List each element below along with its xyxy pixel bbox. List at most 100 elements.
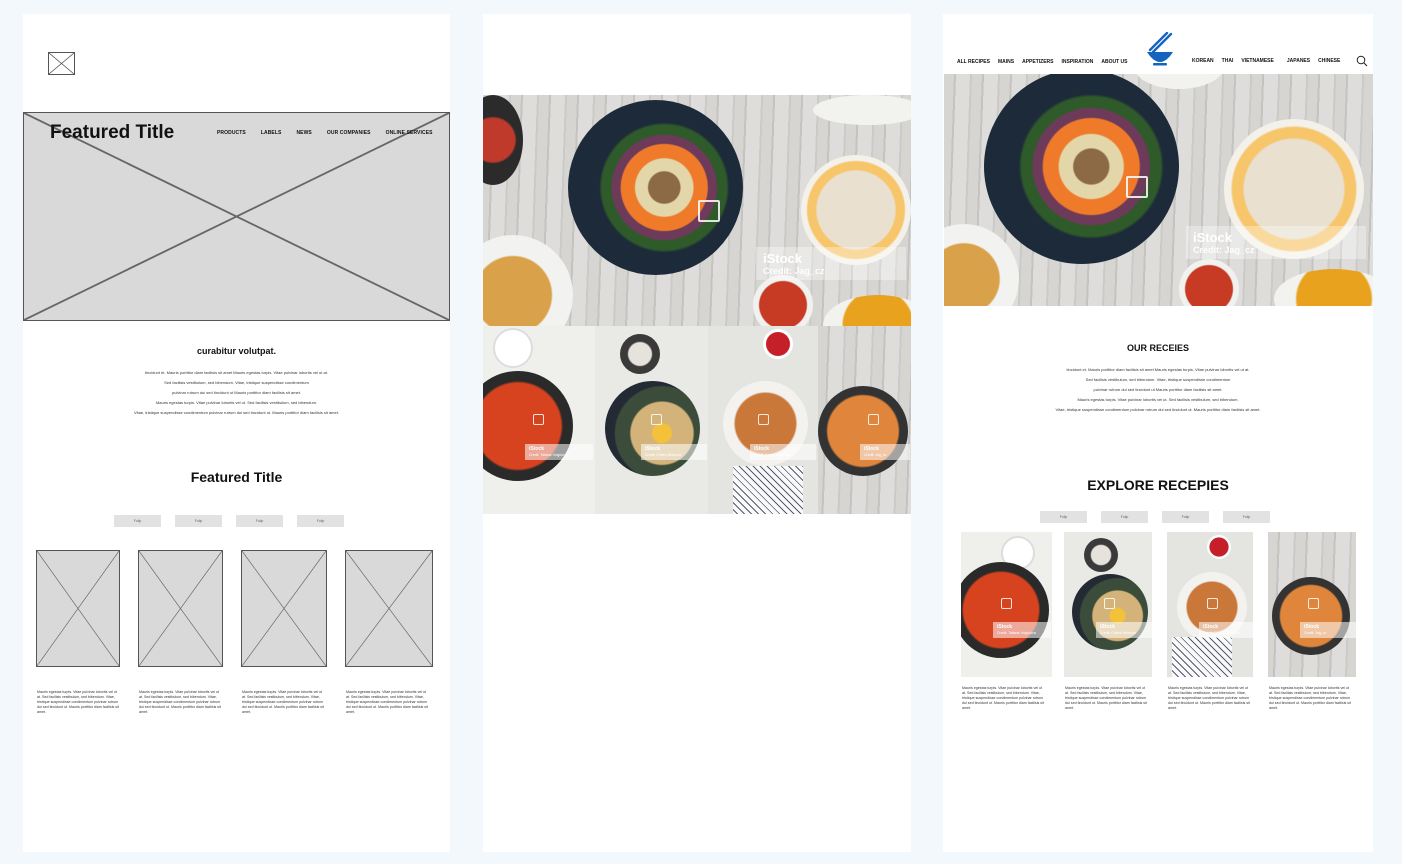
bowl-chopsticks-logo-icon[interactable] — [1145, 32, 1175, 68]
intro-line: Mauris egestas turpis. Vitae pulvinar lo… — [155, 400, 318, 405]
expand-icon[interactable] — [868, 414, 879, 425]
intro-title: curabitur volutpat. — [196, 346, 276, 356]
expand-icon[interactable] — [1104, 598, 1115, 609]
tab-2[interactable]: Folip — [175, 515, 222, 527]
nav-item-news[interactable]: NEWS — [296, 130, 311, 136]
our-recipes-title: OUR RECEIES — [1126, 343, 1189, 353]
thumb-photo-2[interactable]: iStock Credit: Chiara Belcuore — [595, 326, 708, 514]
credit-overlay: iStock Credit: Jag_cz — [756, 247, 906, 280]
nav-item-inspiration[interactable]: INSPIRATION — [1062, 59, 1094, 65]
featured-title: Featured Title — [190, 469, 283, 485]
credit-overlay: iStock Credit: Chiara Belcuore — [641, 444, 707, 460]
credit-overlay: iStock Credit: Jag_cz — [1186, 226, 1366, 259]
intro-line: Vitae, tristique suspendisse condimentum… — [134, 410, 339, 415]
nav-item-vietnamese[interactable]: VIETNAMESE — [1241, 58, 1274, 64]
recipe-card-photo-4[interactable]: iStock Credit: Jag_cz — [1268, 532, 1356, 677]
explore-title: EXPLORE RECEPIES — [1087, 477, 1229, 493]
nav-item-appetizers[interactable]: APPETIZERS — [1022, 59, 1053, 65]
thumb-photo-3[interactable]: iStock Credit: Diana Yakovleva — [708, 326, 818, 514]
expand-icon[interactable] — [1001, 598, 1012, 609]
credit-overlay: iStock Credit: Tatiana Volgutova — [525, 444, 593, 460]
intro-line: Mauris egestas turpis. Vitae pulvinar lo… — [1077, 397, 1239, 402]
recipe-card-photo-2[interactable]: iStock Credit: Chiara Belcuore — [1064, 532, 1152, 677]
expand-icon[interactable] — [651, 414, 662, 425]
wireframe-artboard: Featured Title PRODUCTS LABELS NEWS OUR … — [23, 14, 450, 852]
search-icon[interactable] — [1356, 55, 1368, 67]
tab-1[interactable]: Folip — [114, 515, 161, 527]
expand-icon[interactable] — [533, 414, 544, 425]
main-nav: ALL RECIPES MAINS APPETIZERS INSPIRATION… — [957, 59, 1135, 65]
intro-paragraph: tincidunt et. Mauris porttitor diam faci… — [23, 368, 450, 418]
moodboard-artboard: iStock Credit: Jag_cz iStock Credit: Tati… — [483, 14, 911, 852]
recipe-card-photo-3[interactable]: iStock Credit: Diana Yakovleva — [1167, 532, 1253, 677]
wireframe-nav: PRODUCTS LABELS NEWS OUR COMPANIES ONLIN… — [217, 130, 433, 136]
nav-item-our-companies[interactable]: OUR COMPANIES — [327, 130, 371, 136]
nav-item-mains[interactable]: MAINS — [998, 59, 1014, 65]
card-text: Mauris egestas turpis. Vitae pulvinar lo… — [242, 690, 324, 714]
card-text: Mauris egestas turpis. Vitae pulvinar lo… — [139, 690, 221, 714]
logo-placeholder-icon — [48, 52, 75, 75]
nav-item-labels[interactable]: LABELS — [261, 130, 282, 136]
intro-line: pulvinar rutrum dui sed tincidunt ut Mau… — [172, 390, 301, 395]
photo-credit: Credit: Chiara Belcuore — [1100, 631, 1137, 635]
design-artboard: ALL RECIPES MAINS APPETIZERS INSPIRATION… — [943, 14, 1373, 852]
tab-3[interactable]: Folip — [236, 515, 283, 527]
recipe-card-photo-1[interactable]: iStock Credit: Tatiana Volgutova — [961, 532, 1052, 677]
intro-line: Sed facilisis vestibulum, sed bibendum. … — [164, 380, 309, 385]
nav-item-thai[interactable]: THAI — [1222, 58, 1234, 64]
credit-overlay: iStock Credit: Chiara Belcuore — [1096, 622, 1152, 638]
wireframe-tabs: Folip Folip Folip Folip — [114, 515, 358, 527]
expand-icon[interactable] — [1308, 598, 1319, 609]
nav-item-about-us[interactable]: ABOUT US — [1101, 59, 1127, 65]
stock-brand: iStock — [1193, 230, 1233, 245]
photo-credit: Credit: Chiara Belcuore — [645, 453, 682, 457]
hero-title: Featured Title — [50, 122, 175, 143]
thumb-photo-1[interactable]: iStock Credit: Tatiana Volgutova — [483, 326, 595, 514]
intro-line: pulvinar rutrum dui sed tincidunt ut Mau… — [1093, 387, 1223, 392]
intro-line: Vitae, tristique suspendisse condimentum… — [1055, 407, 1261, 412]
nav-item-korean[interactable]: KOREAN — [1192, 58, 1214, 64]
photo-credit: Credit: Jag_cz — [1304, 631, 1327, 635]
credit-overlay: iStock Credit: Diana Yakovleva — [1199, 622, 1253, 638]
card-image-placeholder — [241, 550, 327, 667]
expand-icon[interactable] — [1126, 176, 1148, 198]
card-text: Mauris egestas turpis. Vitae pulvinar lo… — [1168, 686, 1250, 710]
thumb-photo-4[interactable]: iStock Credit: Jag_cz — [818, 326, 911, 514]
nav-item-online-services[interactable]: ONLINE SERVICES — [386, 130, 433, 136]
credit-overlay: iStock Credit: Diana Yakovleva — [750, 444, 816, 460]
expand-icon[interactable] — [758, 414, 769, 425]
tab-1[interactable]: Folip — [1040, 511, 1087, 523]
tab-4[interactable]: Folip — [1223, 511, 1270, 523]
card-image-placeholder — [138, 550, 223, 667]
credit-overlay: iStock Credit: Tatiana Volgutova — [993, 622, 1051, 638]
tab-3[interactable]: Folip — [1162, 511, 1209, 523]
nav-item-products[interactable]: PRODUCTS — [217, 130, 246, 136]
hero-food-photo[interactable]: iStock Credit: Jag_cz — [483, 95, 911, 326]
stock-brand: iStock — [763, 251, 803, 266]
card-text: Mauris egestas turpis. Vitae pulvinar lo… — [346, 690, 428, 714]
nav-item-chinese[interactable]: CHINESE — [1318, 58, 1340, 64]
tab-2[interactable]: Folip — [1101, 511, 1148, 523]
credit-overlay: iStock Credit: Jag_cz — [860, 444, 910, 460]
photo-credit: Credit: Jag_cz — [864, 453, 887, 457]
card-text: Mauris egestas turpis. Vitae pulvinar lo… — [962, 686, 1044, 710]
card-image-placeholder — [345, 550, 433, 667]
photo-credit: Credit: Jag_cz — [1193, 245, 1255, 255]
nav-item-all-recipes[interactable]: ALL RECIPES — [957, 59, 990, 65]
nav-item-japanese[interactable]: JAPANES — [1287, 58, 1310, 64]
photo-credit: Credit: Jag_cz — [763, 266, 825, 276]
card-text: Mauris egestas turpis. Vitae pulvinar lo… — [1269, 686, 1351, 710]
credit-overlay: iStock Credit: Jag_cz — [1300, 622, 1356, 638]
hero-food-photo[interactable]: iStock Credit: Jag_cz — [944, 74, 1373, 306]
cuisine-nav: KOREAN THAI VIETNAMESE JAPANES CHINESE — [1192, 58, 1348, 64]
tab-4[interactable]: Folip — [297, 515, 344, 527]
card-image-placeholder — [36, 550, 120, 667]
photo-credit: Credit: Diana Yakovleva — [754, 453, 792, 457]
photo-credit: Credit: Tatiana Volgutova — [529, 453, 568, 457]
our-recipes-paragraph: tincidunt et. Mauris porttitor diam faci… — [943, 365, 1373, 415]
explore-tabs: Folip Folip Folip Folip — [1040, 511, 1270, 523]
photo-credit: Credit: Tatiana Volgutova — [997, 631, 1036, 635]
expand-icon[interactable] — [698, 200, 720, 222]
expand-icon[interactable] — [1207, 598, 1218, 609]
card-text: Mauris egestas turpis. Vitae pulvinar lo… — [37, 690, 119, 714]
